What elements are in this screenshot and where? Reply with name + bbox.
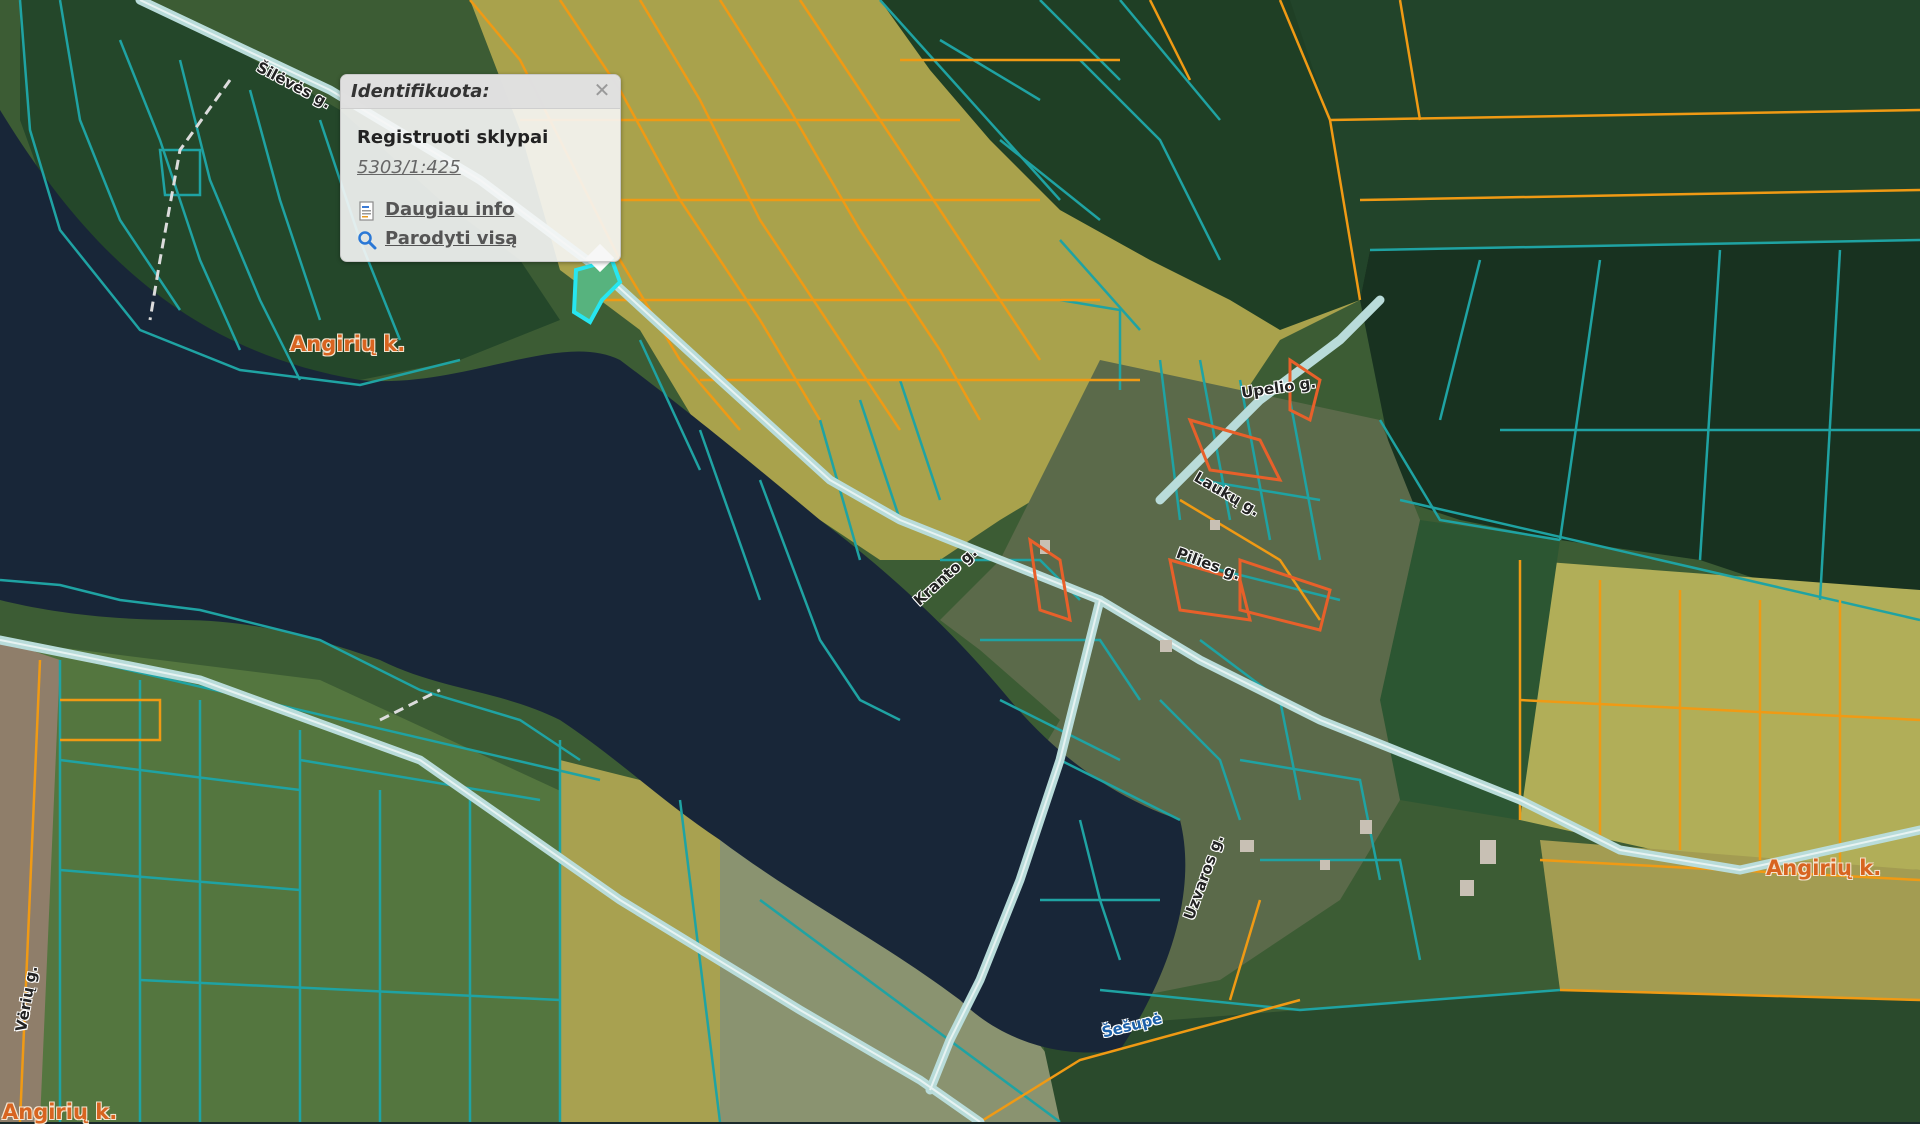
identify-popup: Identifikuota: ✕ Registruoti sklypai 530… — [340, 74, 621, 262]
show-all-link[interactable]: Parodyti visą — [357, 228, 577, 252]
document-icon — [359, 201, 374, 221]
parcel-id-link[interactable]: 5303/1:425 — [357, 157, 461, 178]
cadastral-map[interactable] — [0, 0, 1920, 1122]
popup-header: Identifikuota: ✕ — [341, 75, 620, 109]
more-info-link[interactable]: Daugiau info — [357, 199, 577, 223]
popup-title: Identifikuota: — [351, 81, 490, 102]
close-icon[interactable]: ✕ — [590, 78, 614, 102]
magnifier-icon — [358, 231, 377, 250]
more-info-label: Daugiau info — [385, 199, 515, 220]
show-all-label: Parodyti visą — [385, 228, 518, 249]
layer-name: Registruoti sklypai — [357, 127, 549, 148]
